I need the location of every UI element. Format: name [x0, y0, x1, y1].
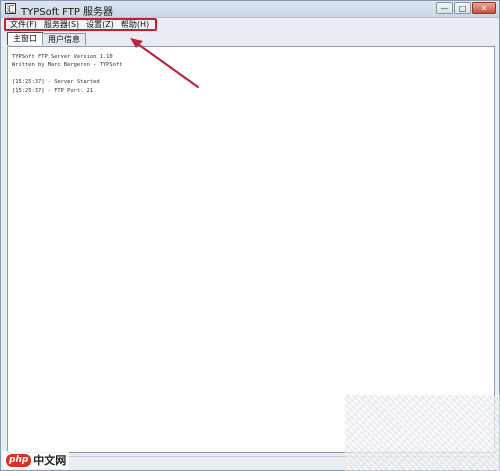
log-output[interactable]: TYPSoft FTP Server Version 1.10 Written …: [7, 46, 495, 453]
log-line-blank: [12, 70, 490, 78]
menu-settings[interactable]: 设置(Z): [86, 20, 114, 29]
log-line: Written by Marc Bergeron - TYPSoft: [12, 62, 123, 69]
menu-server[interactable]: 服务器(S): [44, 20, 79, 29]
tab-strip: 主窗口 用户信息: [7, 32, 86, 45]
watermark-noise: [345, 395, 500, 471]
watermark-logo: php 中文网: [3, 451, 70, 469]
title-bar[interactable]: 汇 TYPSoft FTP 服务器 — □ ✕: [1, 1, 499, 18]
menu-file[interactable]: 文件(F): [10, 20, 37, 29]
tab-main-window[interactable]: 主窗口: [7, 32, 43, 45]
app-icon: 汇: [5, 3, 16, 14]
log-line: [15:25:37] - FTP Port: 21: [12, 87, 94, 94]
menu-help[interactable]: 帮助(H): [121, 20, 149, 29]
tab-user-info[interactable]: 用户信息: [42, 33, 86, 45]
maximize-button[interactable]: □: [454, 2, 471, 14]
menu-bar: 文件(F) 服务器(S) 设置(Z) 帮助(H): [4, 18, 157, 31]
watermark-php: php: [6, 453, 32, 467]
watermark-site: 中文网: [33, 454, 67, 467]
window-title: TYPSoft FTP 服务器: [21, 7, 114, 18]
log-line: [15:25:37] - Server Started: [12, 79, 100, 86]
close-button[interactable]: ✕: [472, 2, 496, 14]
log-line: TYPSoft FTP Server Version 1.10: [12, 54, 113, 60]
window-controls: — □ ✕: [436, 2, 496, 14]
minimize-button[interactable]: —: [436, 2, 453, 14]
